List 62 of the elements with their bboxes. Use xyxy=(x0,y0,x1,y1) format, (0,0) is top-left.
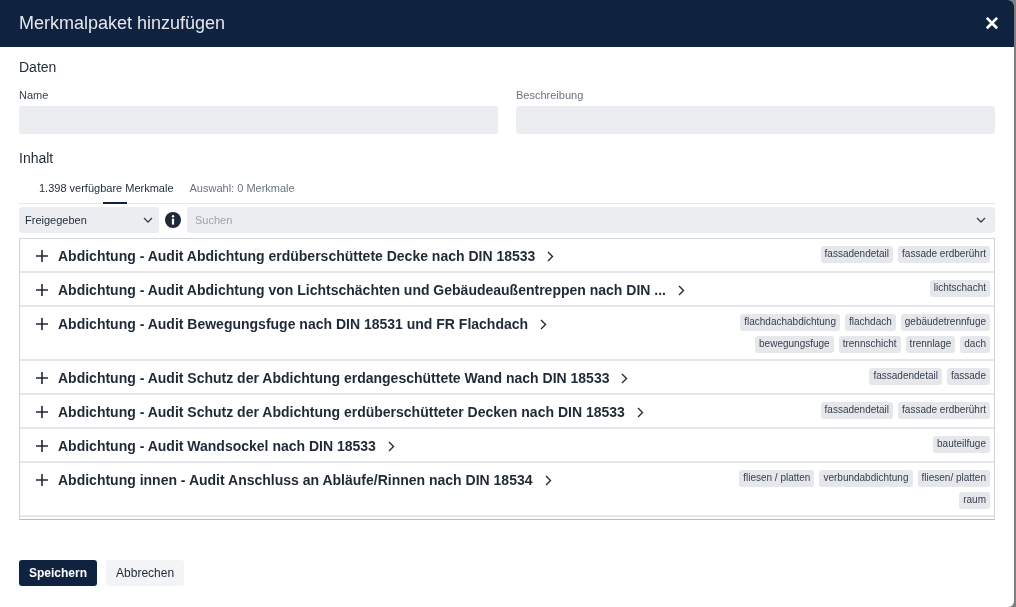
feature-row[interactable]: Abdichtung - Audit Schutz der Abdichtung erdüberschütteter Decken nach DIN 18533 fassadendetail fassade erdberührt xyxy=(20,395,994,429)
tag: fassadendetail xyxy=(820,402,894,419)
feature-row[interactable]: Abdichtung - Audit Wandsockel nach DIN 18533 bauteilfuge xyxy=(20,429,994,463)
dialog-title: Merkmalpaket hinzufügen xyxy=(19,13,226,34)
info-icon[interactable] xyxy=(165,212,181,228)
feature-title: Abdichtung - Audit Abdichtung erdüberschüttete Decke nach DIN 18533 xyxy=(58,248,536,264)
tag: bewegungsfuge xyxy=(755,336,834,353)
tag: lichtschacht xyxy=(929,280,990,297)
dialog-button[interactable]: Speichern xyxy=(19,560,98,586)
tag: fassadendetail xyxy=(820,246,894,263)
tag: fassadendetail xyxy=(869,368,942,385)
tag: fassade xyxy=(946,368,990,385)
feature-title: Abdichtung innen - Audit Anschluss an Abläufe/Rinnen nach DIN 18534 xyxy=(58,472,533,488)
chevron-right-icon[interactable] xyxy=(636,406,644,418)
plus-icon[interactable] xyxy=(36,474,48,486)
tag: fliesen / platten xyxy=(739,470,815,487)
tag: flachdach xyxy=(845,314,896,331)
tag: flachdachabdichtung xyxy=(740,314,840,331)
tab[interactable]: Auswahl: 0 Merkmale xyxy=(181,174,303,203)
tag: fassade erdberührt xyxy=(898,402,990,419)
tag: gebäudetrennfuge xyxy=(900,314,990,331)
chevron-right-icon[interactable] xyxy=(677,284,685,296)
chevron-down-icon xyxy=(143,217,153,223)
close-button[interactable]: ✕ xyxy=(978,10,1006,37)
feature-row[interactable]: Abdichtung - Audit Bewegungsfuge nach DIN 18531 und FR Flachdach flachdachabdichtung flachdach gebäudetrennfuge bewegungsfuge trennschicht trennlage dach xyxy=(20,307,994,361)
feature-row[interactable]: Abdichtung - Audit Schutz der Abdichtung erdangeschüttete Wand nach DIN 18533 fassadendetail fassade xyxy=(20,361,994,395)
feature-row[interactable]: Abdichtung - Audit Abdichtung von Lichtschächten und Gebäudeaußentreppen nach DIN ... lichtschacht xyxy=(20,273,994,307)
tag: fassade erdberührt xyxy=(898,246,990,263)
chevron-right-icon[interactable] xyxy=(547,250,555,262)
tag: trennschicht xyxy=(838,336,901,353)
field-label: Name xyxy=(19,89,49,101)
tag: raum xyxy=(959,492,990,509)
plus-icon[interactable] xyxy=(36,440,48,452)
feature-title: Abdichtung - Audit Wandsockel nach DIN 18533 xyxy=(58,438,376,454)
status-dropdown[interactable]: Freigegeben xyxy=(19,207,159,233)
section-heading: Inhalt xyxy=(19,150,54,166)
plus-icon[interactable] xyxy=(36,250,48,262)
tab[interactable]: 1.398 verfügbare Merkmale xyxy=(31,174,182,203)
feature-title: Abdichtung - Audit Schutz der Abdichtung erdüberschütteter Decken nach DIN 18533 xyxy=(58,404,625,420)
search-field[interactable]: Suchen xyxy=(187,207,995,233)
field-label: Beschreibung xyxy=(516,89,584,101)
plus-icon[interactable] xyxy=(36,372,48,384)
plus-icon[interactable] xyxy=(36,284,48,296)
chevron-right-icon[interactable] xyxy=(387,440,395,452)
tag: dach xyxy=(960,336,990,353)
tag: trennlage xyxy=(905,336,956,353)
plus-icon[interactable] xyxy=(36,406,48,418)
chevron-down-icon xyxy=(976,217,986,223)
feature-title: Abdichtung - Audit Abdichtung von Lichtschächten und Gebäudeaußentreppen nach DIN ... xyxy=(58,282,666,298)
section-heading: Daten xyxy=(19,59,57,75)
feature-title: Abdichtung - Audit Bewegungsfuge nach DIN 18531 und FR Flachdach xyxy=(58,316,529,332)
feature-row[interactable]: Abdichtung innen - Audit Anschluss an Abläufe/Rinnen nach DIN 18534 fliesen / platten verbundabdichtung fliesen/ platten raum xyxy=(20,463,994,517)
tag: fliesen/ platten xyxy=(917,470,990,487)
plus-icon[interactable] xyxy=(36,318,48,330)
feature-title: Abdichtung - Audit Schutz der Abdichtung erdangeschüttete Wand nach DIN 18533 xyxy=(58,370,610,386)
chevron-right-icon[interactable] xyxy=(544,474,552,486)
tag: verbundabdichtung xyxy=(819,470,913,487)
dialog-button[interactable]: Abbrechen xyxy=(106,560,185,586)
feature-row[interactable]: Abdichtung - Audit Abdichtung erdüberschüttete Decke nach DIN 18533 fassadendetail fassade erdberührt xyxy=(20,239,994,273)
chevron-right-icon[interactable] xyxy=(540,318,548,330)
chevron-right-icon[interactable] xyxy=(621,372,629,384)
tag: bauteilfuge xyxy=(933,436,990,453)
